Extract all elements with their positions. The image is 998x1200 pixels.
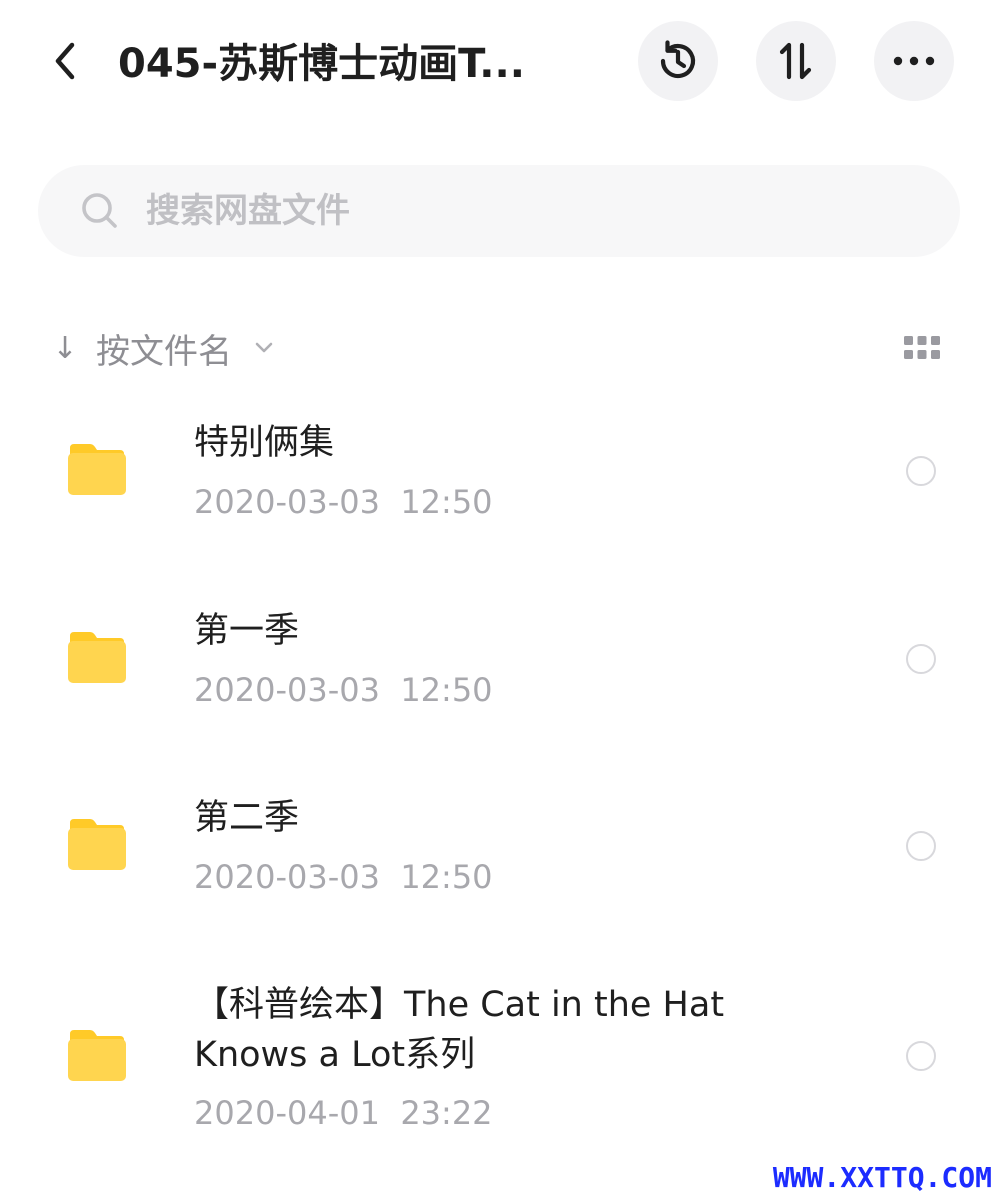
sort-direction-arrow: ↓ xyxy=(52,330,78,366)
grid-view-icon xyxy=(904,336,940,359)
select-checkbox[interactable] xyxy=(906,456,936,486)
file-date: 2020-03-03 12:50 xyxy=(194,858,493,896)
file-name: 第一季 xyxy=(194,611,300,651)
file-date: 2020-03-03 12:50 xyxy=(194,483,493,521)
folder-icon xyxy=(68,632,126,683)
sort-label: 按文件名 xyxy=(96,331,232,372)
chevron-down-icon xyxy=(252,336,276,360)
list-item[interactable]: 第一季 2020-03-03 12:50 xyxy=(0,578,998,748)
select-checkbox[interactable] xyxy=(906,644,936,674)
history-button[interactable] xyxy=(638,21,718,101)
list-item[interactable]: 第二季 2020-03-03 12:50 xyxy=(0,765,998,935)
folder-icon xyxy=(68,1030,126,1081)
list-item[interactable]: 特别俩集 2020-03-03 12:50 xyxy=(0,390,998,560)
page-title: 045-苏斯博士动画T... xyxy=(118,41,525,87)
back-chevron-icon xyxy=(55,42,75,80)
watermark: WWW.XXTTQ.COM xyxy=(772,1161,992,1194)
grid-view-button[interactable] xyxy=(902,330,942,366)
sort-updown-icon xyxy=(779,42,812,80)
file-date: 2020-04-01 23:22 xyxy=(194,1094,493,1132)
folder-icon xyxy=(68,444,126,495)
select-checkbox[interactable] xyxy=(906,831,936,861)
folder-icon xyxy=(68,819,126,870)
sort-button[interactable] xyxy=(756,21,836,101)
list-item[interactable]: 【科普绘本】The Cat in the Hat Knows a Lot系列 2… xyxy=(0,970,998,1170)
file-name: 特别俩集 xyxy=(194,423,335,463)
back-button[interactable] xyxy=(40,36,90,86)
search-input[interactable] xyxy=(144,180,868,242)
more-dots-icon xyxy=(893,56,935,66)
sort-bar: ↓ 按文件名 xyxy=(40,318,958,378)
sort-by-name-button[interactable]: ↓ 按文件名 xyxy=(50,318,276,378)
search-icon xyxy=(78,189,122,233)
top-bar: 045-苏斯博士动画T... xyxy=(0,0,998,125)
file-name: 【科普绘本】The Cat in the Hat Knows a Lot系列 xyxy=(194,985,725,1075)
select-checkbox[interactable] xyxy=(906,1041,936,1071)
search-bar[interactable] xyxy=(38,165,960,257)
more-button[interactable] xyxy=(874,21,954,101)
file-name: 第二季 xyxy=(194,798,300,838)
history-icon xyxy=(660,40,696,79)
file-date: 2020-03-03 12:50 xyxy=(194,671,493,709)
